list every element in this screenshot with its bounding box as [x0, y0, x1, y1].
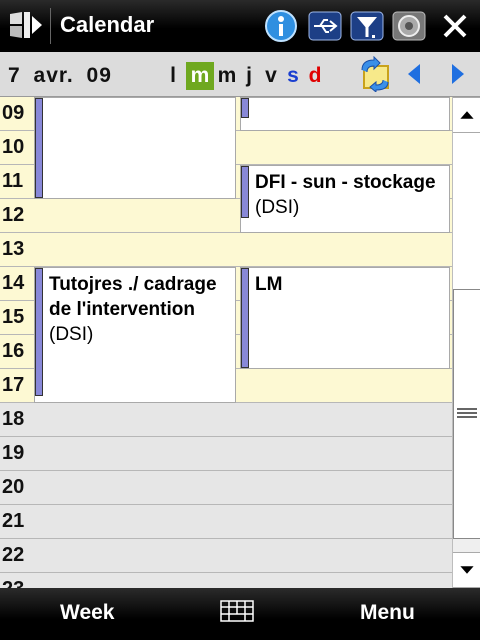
weekday-thursday[interactable]: j: [238, 62, 260, 90]
appointment-color-bar: [35, 98, 43, 198]
scroll-down-icon[interactable]: [453, 552, 480, 588]
hour-label: 15: [2, 306, 25, 328]
volume-icon[interactable]: [392, 9, 426, 43]
appointment-organizer: (DSI): [255, 197, 300, 218]
hour-label: 14: [2, 272, 25, 294]
appointment-block[interactable]: DFI - sun - stockage (DSI): [240, 165, 450, 233]
appointment-color-bar: [241, 268, 249, 368]
hour-label: 12: [2, 204, 25, 226]
hour-label: 18: [2, 408, 25, 430]
app-title: Calendar: [60, 12, 155, 37]
weekday-friday[interactable]: v: [260, 62, 282, 90]
appointment-color-bar: [241, 166, 249, 218]
appointment-block[interactable]: [34, 97, 236, 199]
appointment-block[interactable]: LM: [240, 267, 450, 369]
week-softkey[interactable]: Week: [60, 601, 114, 625]
hour-label: 16: [2, 340, 25, 362]
grip-icon: [457, 408, 477, 418]
hour-row[interactable]: 22: [0, 539, 452, 573]
weekday-sunday[interactable]: d: [304, 62, 326, 90]
appointment-title: LM: [255, 274, 283, 295]
appointment-text: LM: [255, 272, 445, 297]
softkey-bar: Week Menu: [0, 588, 480, 640]
hour-label: 11: [2, 170, 24, 192]
appointment-text: Tutojres ./ cadrage de l'intervention (D…: [49, 272, 231, 347]
next-day-icon[interactable]: [440, 56, 474, 92]
appointment-organizer: (DSI): [49, 324, 94, 345]
hour-label: 10: [2, 136, 25, 158]
hour-row[interactable]: 13: [0, 233, 452, 267]
appointment-block[interactable]: [240, 97, 450, 131]
hour-label: 17: [2, 374, 25, 396]
scroll-up-icon[interactable]: [453, 97, 480, 133]
weekday-wednesday[interactable]: m: [216, 62, 238, 90]
hour-row[interactable]: 19: [0, 437, 452, 471]
go-to-today-icon[interactable]: [358, 56, 392, 92]
weekday-tuesday-selected[interactable]: m: [186, 62, 214, 90]
appointment-block[interactable]: Tutojres ./ cadrage de l'intervention (D…: [34, 267, 236, 403]
current-date: 7 avr. 09: [8, 64, 112, 87]
appointment-text: DFI - sun - stockage (DSI): [255, 170, 445, 220]
appointment-title: DFI - sun - stockage: [255, 172, 436, 193]
title-separator: [50, 8, 51, 44]
windows-start-icon[interactable]: [6, 8, 44, 42]
previous-day-icon[interactable]: [398, 56, 432, 92]
appointment-title: Tutojres ./ cadrage de l'intervention: [49, 274, 217, 320]
vertical-scrollbar[interactable]: [452, 97, 480, 588]
hour-label: 19: [2, 442, 25, 464]
scroll-track[interactable]: [453, 133, 480, 289]
connectivity-icon[interactable]: [264, 9, 298, 43]
hour-row[interactable]: 20: [0, 471, 452, 505]
usb-icon[interactable]: [308, 9, 342, 43]
appointment-color-bar: [35, 268, 43, 396]
menu-softkey[interactable]: Menu: [360, 601, 415, 625]
signal-icon[interactable]: [350, 9, 384, 43]
title-bar: Calendar: [0, 0, 480, 52]
close-icon[interactable]: [438, 9, 472, 43]
weekday-selector: l m m j v s d: [162, 62, 326, 90]
hour-row[interactable]: 21: [0, 505, 452, 539]
hour-label: 22: [2, 544, 25, 566]
hour-label: 23: [2, 578, 24, 588]
hour-label: 20: [2, 476, 25, 498]
weekday-saturday[interactable]: s: [282, 62, 304, 90]
hour-label: 13: [2, 238, 25, 260]
weekday-monday[interactable]: l: [162, 62, 184, 90]
day-view-grid[interactable]: 09 10 11 12 13 14 15 16 17 18 19 20 21 2…: [0, 97, 452, 588]
keyboard-icon[interactable]: [220, 600, 254, 622]
hour-label: 21: [2, 510, 25, 532]
date-header: 7 avr. 09 l m m j v s d: [0, 52, 480, 97]
scroll-thumb[interactable]: [453, 289, 480, 539]
appointment-color-bar: [241, 98, 249, 118]
hour-row[interactable]: 23: [0, 573, 452, 588]
hour-row[interactable]: 18: [0, 403, 452, 437]
hour-label: 09: [2, 102, 25, 124]
